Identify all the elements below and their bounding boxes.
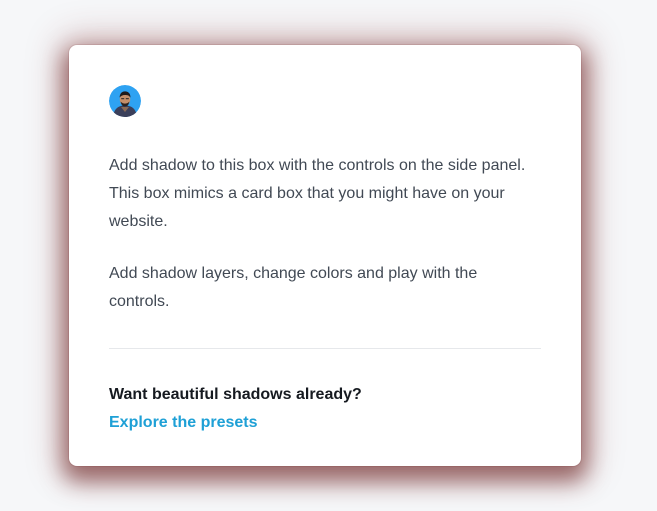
card-description: Add shadow to this box with the controls… xyxy=(109,157,526,230)
explore-presets-link[interactable]: Explore the presets xyxy=(109,411,258,435)
user-avatar-icon xyxy=(109,85,141,117)
cta-heading: Want beautiful shadows already? xyxy=(109,386,362,403)
card-instructions: Add shadow layers, change colors and pla… xyxy=(109,265,478,310)
preview-stage: Add shadow to this box with the controls… xyxy=(0,0,657,511)
shadow-card: Add shadow to this box with the controls… xyxy=(69,45,581,466)
divider xyxy=(109,348,541,349)
avatar xyxy=(109,85,141,117)
